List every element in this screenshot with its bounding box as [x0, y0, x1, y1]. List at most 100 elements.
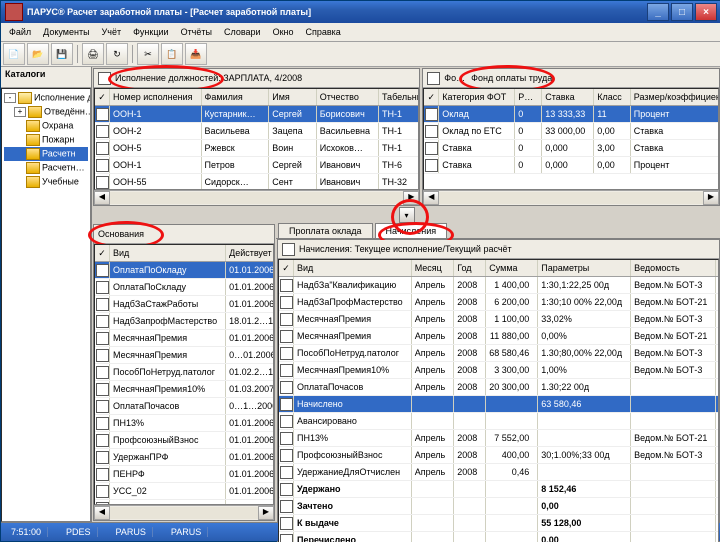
tree-node[interactable]: Расчетн…	[4, 161, 88, 175]
row-check[interactable]	[425, 108, 438, 121]
table-row[interactable]: НадбЗапрофМастерство18.01.2…16	[95, 313, 274, 330]
column-header[interactable]: Ставка	[542, 89, 594, 106]
row-check[interactable]	[425, 125, 438, 138]
tool-copy[interactable]: 📋	[161, 43, 183, 65]
column-header[interactable]: Отчество	[316, 89, 378, 106]
menu-item[interactable]: Функции	[127, 25, 174, 39]
maximize-button[interactable]: □	[671, 3, 693, 21]
column-header[interactable]: Размер/коэффициент	[630, 89, 719, 106]
menu-item[interactable]: Файл	[3, 25, 37, 39]
row-check[interactable]	[96, 383, 109, 396]
table-row[interactable]: ОплатаПочасов0…1…2006	[95, 398, 274, 415]
row-check[interactable]	[280, 296, 293, 309]
column-header[interactable]: Вид	[294, 260, 412, 277]
menu-item[interactable]: Словари	[218, 25, 267, 39]
row-check[interactable]	[96, 281, 109, 294]
row-check[interactable]	[280, 381, 293, 394]
column-header[interactable]: Вид лечения	[716, 260, 719, 277]
charges-check[interactable]	[282, 243, 295, 256]
table-row[interactable]: МесячнаяПремияАпрель200811 880,000,00%Ве…	[279, 328, 719, 345]
tool-refresh[interactable]: ↻	[106, 43, 128, 65]
table-row[interactable]: ФОМС01.01.2006	[95, 500, 274, 506]
row-check[interactable]	[280, 534, 293, 542]
table-row[interactable]: Зачтено0,00	[279, 498, 719, 515]
positions-check[interactable]	[98, 72, 111, 85]
row-check[interactable]	[96, 159, 109, 172]
menu-item[interactable]: Справка	[299, 25, 346, 39]
row-check[interactable]	[425, 159, 438, 172]
table-row[interactable]: Удержано8 152,46	[279, 481, 719, 498]
tree-expand-icon[interactable]: +	[14, 107, 26, 117]
table-row[interactable]: Оклад013 333,3311Процент10.01.2000	[424, 106, 719, 123]
table-row[interactable]: МесячнаяПремия10%Апрель20083 300,001,00%…	[279, 362, 719, 379]
column-header[interactable]: Месяц	[411, 260, 454, 277]
row-check[interactable]	[280, 517, 293, 530]
column-header[interactable]: ✓	[95, 245, 110, 262]
tool-paste[interactable]: 📥	[185, 43, 207, 65]
tool-new[interactable]: 📄	[3, 43, 25, 65]
table-row[interactable]: Ставка00,0003,00Ставка01.01.2000	[424, 140, 719, 157]
column-header[interactable]: ✓	[424, 89, 439, 106]
table-row[interactable]: УдержаниеДляОтчисленАпрель20080,46	[279, 464, 719, 481]
column-header[interactable]: Табельный	[378, 89, 419, 106]
table-row[interactable]: ПрофсоюзныйВзнос01.01.2006	[95, 432, 274, 449]
table-row[interactable]: Оклад по ЕТС033 000,000,00Ставка01.01.20…	[424, 123, 719, 140]
table-row[interactable]: ПособПоНетруд.патологАпрель200868 580,46…	[279, 345, 719, 362]
column-header[interactable]: Вид	[110, 245, 226, 262]
row-check[interactable]	[96, 417, 109, 430]
row-check[interactable]	[96, 125, 109, 138]
row-check[interactable]	[96, 468, 109, 481]
table-row[interactable]: ПособПоНетруд.патолог01.02.2…10	[95, 364, 274, 381]
basis-grid[interactable]: ✓ВидДействует сОплатаПоОкладу01.01.2006 О…	[95, 245, 274, 505]
row-check[interactable]	[96, 434, 109, 447]
row-check[interactable]	[280, 398, 293, 411]
row-check[interactable]	[96, 451, 109, 464]
row-check[interactable]	[280, 415, 293, 428]
close-button[interactable]: ×	[695, 3, 717, 21]
tree-expand-icon[interactable]: -	[4, 93, 16, 103]
column-header[interactable]: Год	[454, 260, 486, 277]
column-header[interactable]: Действует с	[226, 245, 274, 262]
fund-scroll[interactable]: ◀▶	[423, 190, 719, 205]
row-check[interactable]	[96, 400, 109, 413]
row-check[interactable]	[280, 347, 293, 360]
positions-scroll[interactable]: ◀▶	[94, 190, 419, 205]
row-check[interactable]	[280, 364, 293, 377]
row-check[interactable]	[96, 332, 109, 345]
tree-node[interactable]: Охрана	[4, 119, 88, 133]
column-header[interactable]: ✓	[95, 89, 110, 106]
tree-node[interactable]: Пожарн	[4, 133, 88, 147]
fund-grid[interactable]: ✓Категория ФОТР…СтавкаКлассРазмер/коэффи…	[424, 89, 719, 174]
fund-check[interactable]	[427, 72, 440, 85]
tool-print[interactable]: 🖨	[82, 43, 104, 65]
row-check[interactable]	[280, 330, 293, 343]
row-check[interactable]	[96, 485, 109, 498]
column-header[interactable]: Фамилия	[201, 89, 269, 106]
column-header[interactable]: Сумма	[486, 260, 538, 277]
basis-scroll[interactable]: ◀▶	[94, 505, 274, 520]
row-check[interactable]	[96, 108, 109, 121]
table-row[interactable]: МесячнаяПремия10%01.03.2007	[95, 381, 274, 398]
row-check[interactable]	[280, 279, 293, 292]
row-check[interactable]	[280, 500, 293, 513]
column-header[interactable]: Категория ФОТ	[439, 89, 515, 106]
table-row[interactable]: ООН-1ПетровСергейИвановичТН-6	[95, 157, 419, 174]
table-row[interactable]: МесячнаяПремия01.01.2006	[95, 330, 274, 347]
menu-item[interactable]: Отчёты	[175, 25, 218, 39]
table-row[interactable]: НадбЗаСтажРаботы01.01.2006	[95, 296, 274, 313]
positions-grid[interactable]: ✓Номер исполненияФамилияИмяОтчествоТабел…	[95, 89, 419, 190]
column-header[interactable]: Р…	[515, 89, 542, 106]
row-check[interactable]	[96, 176, 109, 189]
row-check[interactable]	[280, 483, 293, 496]
table-row[interactable]: ООН-2ВасильеваЗацепаВасильевнаТН-1	[95, 123, 419, 140]
tree-node[interactable]: Расчетн	[4, 147, 88, 161]
table-row[interactable]: ООН-1Кустарник…СергейБорисовичТН-1	[95, 106, 419, 123]
charges-grid[interactable]: ✓ВидМесяцГодСуммаПараметрыВедомостьВид л…	[279, 260, 719, 542]
row-check[interactable]	[280, 313, 293, 326]
table-row[interactable]: ПрофсоюзныйВзносАпрель2008400,0030;1.00%…	[279, 447, 719, 464]
table-row[interactable]: Начислено63 580,46	[279, 396, 719, 413]
tree-node[interactable]: Учебные	[4, 175, 88, 189]
column-header[interactable]: Имя	[269, 89, 316, 106]
table-row[interactable]: ОплатаПоОкладу01.01.2006	[95, 262, 274, 279]
column-header[interactable]: Номер исполнения	[110, 89, 202, 106]
